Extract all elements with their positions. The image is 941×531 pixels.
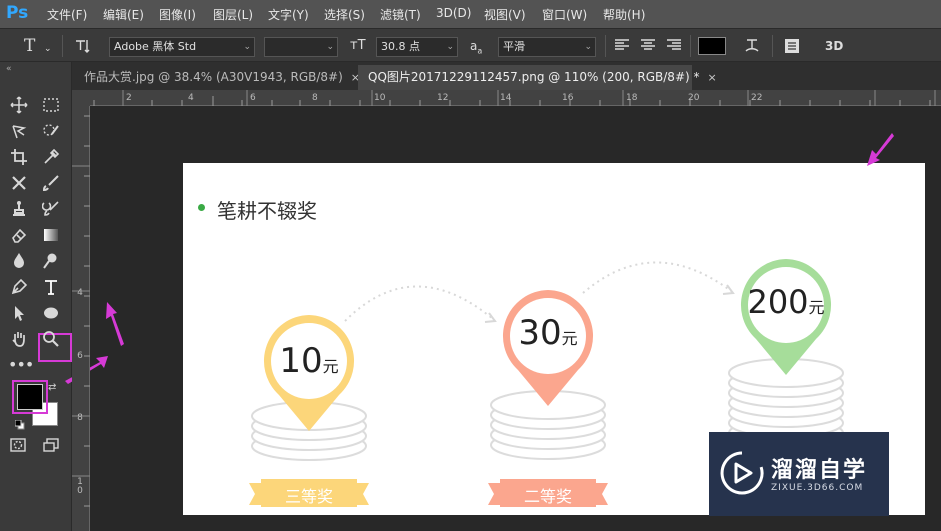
menu-layer[interactable]: 图层(L) <box>213 6 253 23</box>
text-color-swatch[interactable] <box>698 37 726 55</box>
close-icon[interactable]: × <box>708 71 717 84</box>
font-size-icon: ᴛT <box>350 38 366 53</box>
play-logo-icon <box>720 451 764 495</box>
3d-button[interactable]: 3D <box>825 38 843 54</box>
tab-document-1[interactable]: 作品大赏.jpg @ 38.4% (A30V1943, RGB/8#) × <box>74 65 360 90</box>
ruler-label: 10 <box>374 93 386 103</box>
menu-file[interactable]: 文件(F) <box>47 6 87 23</box>
quick-selection-tool-icon[interactable] <box>40 120 62 142</box>
ruler-left[interactable]: 4 6 8 1 0 <box>72 106 90 531</box>
annotation-arrow-icon <box>106 302 124 346</box>
menu-select[interactable]: 选择(S) <box>324 6 365 23</box>
pen-tool-icon[interactable] <box>8 276 30 298</box>
prize-amount: 200元 <box>747 283 825 321</box>
color-swatch-highlight <box>12 380 48 414</box>
menu-bar: Ps 文件(F) 编辑(E) 图像(I) 图层(L) 文字(Y) 选择(S) 滤… <box>0 0 941 28</box>
separator <box>772 35 773 57</box>
antialias-select[interactable]: 平滑 ⌄ <box>498 37 596 57</box>
ruler-label: 2 <box>126 93 132 103</box>
menu-window[interactable]: 窗口(W) <box>542 6 587 23</box>
watermark-logo: 溜溜自学 ZIXUE.3D66.COM <box>709 432 889 516</box>
swap-colors-icon[interactable]: ⇄ <box>48 382 56 393</box>
ruler-top[interactable]: 2 4 6 8 10 12 14 16 18 20 22 <box>90 90 941 106</box>
menu-type[interactable]: 文字(Y) <box>268 6 309 23</box>
quick-mask-icon[interactable] <box>7 434 29 456</box>
type-tool-icon[interactable] <box>40 276 62 298</box>
annotation-arrow-icon <box>867 133 894 166</box>
align-left-icon[interactable] <box>614 38 630 56</box>
marquee-tool-icon[interactable] <box>40 94 62 116</box>
screen-mode-icon[interactable] <box>40 434 62 456</box>
path-selection-tool-icon[interactable] <box>8 302 30 324</box>
ruler-label: 16 <box>562 93 574 103</box>
more-tools-icon[interactable]: ••• <box>8 354 34 376</box>
font-family-select[interactable]: Adobe 黑体 Std ⌄ <box>109 37 255 57</box>
font-style-select[interactable]: ⌄ <box>264 37 338 57</box>
move-tool-icon[interactable] <box>8 94 30 116</box>
separator <box>62 35 63 57</box>
zoom-tool-icon[interactable] <box>40 328 62 350</box>
chevron-down-icon[interactable]: ⌄ <box>44 41 52 57</box>
hand-tool-icon[interactable] <box>8 328 30 350</box>
toolbox: « ••• ⇄ <box>0 62 72 531</box>
collapse-icon[interactable]: « <box>6 64 12 74</box>
ruler-label: 22 <box>751 93 763 103</box>
text-orientation-icon[interactable] <box>74 38 92 58</box>
document-tabs: 作品大赏.jpg @ 38.4% (A30V1943, RGB/8#) × QQ图… <box>72 62 941 90</box>
align-center-icon[interactable] <box>640 38 656 56</box>
align-right-icon[interactable] <box>666 38 682 56</box>
ruler-label: 8 <box>312 93 318 103</box>
dodge-tool-icon[interactable] <box>40 250 62 272</box>
lasso-tool-icon[interactable] <box>8 120 30 142</box>
menu-help[interactable]: 帮助(H) <box>603 6 645 23</box>
antialias-icon: aa <box>470 39 483 56</box>
menu-image[interactable]: 图像(I) <box>159 6 196 23</box>
gradient-tool-icon[interactable] <box>40 224 62 246</box>
healing-brush-tool-icon[interactable] <box>8 172 30 194</box>
prize-label: 三等奖 <box>284 487 333 506</box>
history-brush-tool-icon[interactable] <box>40 198 62 220</box>
ruler-label: 4 <box>188 93 194 103</box>
menu-view[interactable]: 视图(V) <box>484 6 526 23</box>
watermark-title: 溜溜自学 <box>771 458 868 483</box>
menu-filter[interactable]: 滤镜(T) <box>380 6 421 23</box>
ruler-label: 18 <box>626 93 638 103</box>
ellipse-tool-icon[interactable] <box>40 302 62 324</box>
separator <box>690 35 691 57</box>
default-colors-icon[interactable] <box>14 415 25 430</box>
ruler-label: 4 <box>77 288 83 298</box>
eyedropper-tool-icon[interactable] <box>40 146 62 168</box>
ruler-corner <box>72 90 90 106</box>
blur-tool-icon[interactable] <box>8 250 30 272</box>
character-panel-icon[interactable] <box>784 38 800 58</box>
ruler-label: 14 <box>500 93 512 103</box>
options-bar: T ⌄ Adobe 黑体 Std ⌄ ⌄ ᴛT 30.8 点 ⌄ aa 平滑 ⌄ 3D <box>0 28 941 62</box>
prize-amount: 10元 <box>279 341 339 381</box>
ruler-label: 6 <box>250 93 256 103</box>
ruler-label: 8 <box>77 413 83 423</box>
ruler-label: 1 0 <box>77 477 83 496</box>
eraser-tool-icon[interactable] <box>8 224 30 246</box>
photoshop-logo: Ps <box>6 3 29 23</box>
warp-text-icon[interactable] <box>744 38 760 58</box>
separator <box>605 35 606 57</box>
ruler-label: 12 <box>437 93 449 103</box>
prize-amount: 30元 <box>518 313 578 353</box>
menu-3d[interactable]: 3D(D) <box>436 6 471 20</box>
ruler-label: 20 <box>688 93 700 103</box>
brush-tool-icon[interactable] <box>40 172 62 194</box>
prize-label: 二等奖 <box>523 487 572 506</box>
type-tool-preset-icon[interactable]: T <box>24 38 35 55</box>
ruler-label: 6 <box>77 351 83 361</box>
clone-stamp-tool-icon[interactable] <box>8 198 30 220</box>
menu-edit[interactable]: 编辑(E) <box>103 6 144 23</box>
font-size-field[interactable]: 30.8 点 ⌄ <box>376 37 458 57</box>
crop-tool-icon[interactable] <box>8 146 30 168</box>
watermark-subtitle: ZIXUE.3D66.COM <box>771 483 864 493</box>
tab-document-2[interactable]: QQ图片20171229112457.png @ 110% (200, RGB/… <box>358 65 717 90</box>
